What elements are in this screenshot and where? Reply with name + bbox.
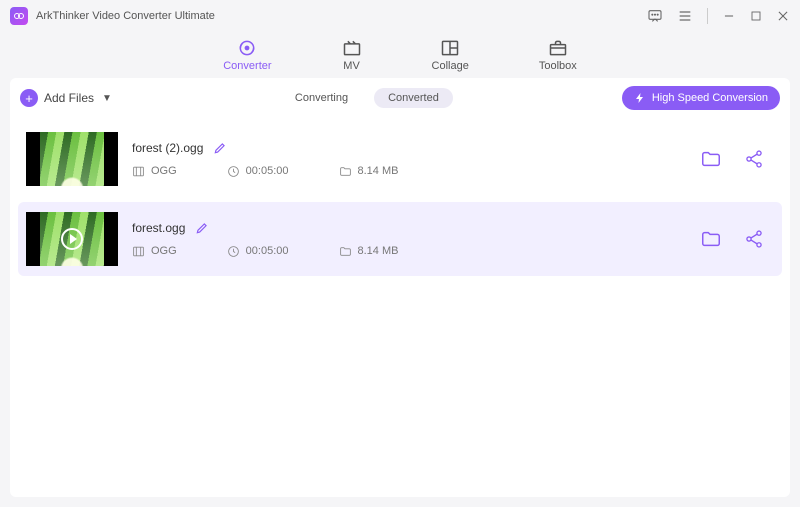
meta-bottom: OGG 00:05:00 8.14 MB (132, 165, 686, 178)
share-button[interactable] (744, 149, 764, 169)
tab-label: Collage (432, 60, 469, 72)
add-files-label: Add Files (44, 91, 94, 105)
tab-label: MV (343, 60, 360, 72)
file-name: forest.ogg (132, 221, 185, 235)
thumbnail-image (40, 132, 104, 186)
duration-badge: 00:05:00 (227, 245, 289, 258)
duration-badge: 00:05:00 (227, 165, 289, 178)
toolbar: + Add Files ▼ Converting Converted High … (10, 78, 790, 118)
duration-label: 00:05:00 (246, 165, 289, 177)
size-label: 8.14 MB (358, 165, 399, 177)
folder-icon (700, 148, 722, 170)
format-badge: OGG (132, 245, 177, 258)
tab-label: Toolbox (539, 60, 577, 72)
share-icon (744, 229, 764, 249)
edit-icon[interactable] (213, 141, 227, 155)
titlebar: ArkThinker Video Converter Ultimate (0, 0, 800, 32)
app-title: ArkThinker Video Converter Ultimate (36, 10, 215, 22)
main-tabs: Converter MV Collage Toolbox (0, 32, 800, 78)
collage-icon (440, 38, 460, 58)
chevron-down-icon: ▼ (102, 93, 112, 104)
maximize-icon[interactable] (750, 10, 762, 22)
tab-collage[interactable]: Collage (432, 38, 469, 72)
tab-toolbox[interactable]: Toolbox (539, 38, 577, 72)
add-files-button[interactable]: + Add Files ▼ (20, 89, 112, 107)
size-label: 8.14 MB (358, 245, 399, 257)
clock-icon (227, 165, 240, 178)
titlebar-right (647, 8, 790, 24)
high-speed-button[interactable]: High Speed Conversion (622, 86, 780, 110)
segment-converted[interactable]: Converted (374, 88, 453, 108)
high-speed-label: High Speed Conversion (652, 92, 768, 104)
file-name: forest (2).ogg (132, 141, 203, 155)
meta-top: forest.ogg (132, 221, 686, 235)
row-actions (700, 148, 774, 170)
share-button[interactable] (744, 229, 764, 249)
folder-small-icon (339, 165, 352, 178)
feedback-icon[interactable] (647, 8, 663, 24)
status-segmented: Converting Converted (281, 88, 453, 108)
folder-icon (700, 228, 722, 250)
list-item[interactable]: forest (2).ogg OGG 00:05:00 8.14 MB (18, 122, 782, 196)
mv-icon (342, 38, 362, 58)
thumbnail[interactable] (26, 132, 118, 186)
open-folder-button[interactable] (700, 148, 722, 170)
play-icon (61, 228, 83, 250)
file-meta: forest (2).ogg OGG 00:05:00 8.14 MB (132, 141, 686, 178)
file-list: forest (2).ogg OGG 00:05:00 8.14 MB (10, 118, 790, 286)
size-badge: 8.14 MB (339, 245, 399, 258)
plus-icon: + (20, 89, 38, 107)
format-label: OGG (151, 245, 177, 257)
divider (707, 8, 708, 24)
film-icon (132, 165, 145, 178)
menu-icon[interactable] (677, 8, 693, 24)
share-icon (744, 149, 764, 169)
file-meta: forest.ogg OGG 00:05:00 8.14 MB (132, 221, 686, 258)
content-panel: + Add Files ▼ Converting Converted High … (10, 78, 790, 497)
duration-label: 00:05:00 (246, 245, 289, 257)
clock-icon (227, 245, 240, 258)
row-actions (700, 228, 774, 250)
folder-small-icon (339, 245, 352, 258)
converter-icon (237, 38, 257, 58)
thumbnail[interactable] (26, 212, 118, 266)
minimize-icon[interactable] (722, 9, 736, 23)
app-logo (10, 7, 28, 25)
list-item[interactable]: forest.ogg OGG 00:05:00 8.14 MB (18, 202, 782, 276)
tab-mv[interactable]: MV (342, 38, 362, 72)
edit-icon[interactable] (195, 221, 209, 235)
film-icon (132, 245, 145, 258)
tab-label: Converter (223, 60, 271, 72)
tab-converter[interactable]: Converter (223, 38, 271, 72)
lightning-icon (634, 92, 646, 104)
meta-top: forest (2).ogg (132, 141, 686, 155)
titlebar-left: ArkThinker Video Converter Ultimate (10, 7, 215, 25)
open-folder-button[interactable] (700, 228, 722, 250)
close-icon[interactable] (776, 9, 790, 23)
size-badge: 8.14 MB (339, 165, 399, 178)
segment-converting[interactable]: Converting (281, 88, 362, 108)
format-badge: OGG (132, 165, 177, 178)
toolbox-icon (548, 38, 568, 58)
format-label: OGG (151, 165, 177, 177)
meta-bottom: OGG 00:05:00 8.14 MB (132, 245, 686, 258)
